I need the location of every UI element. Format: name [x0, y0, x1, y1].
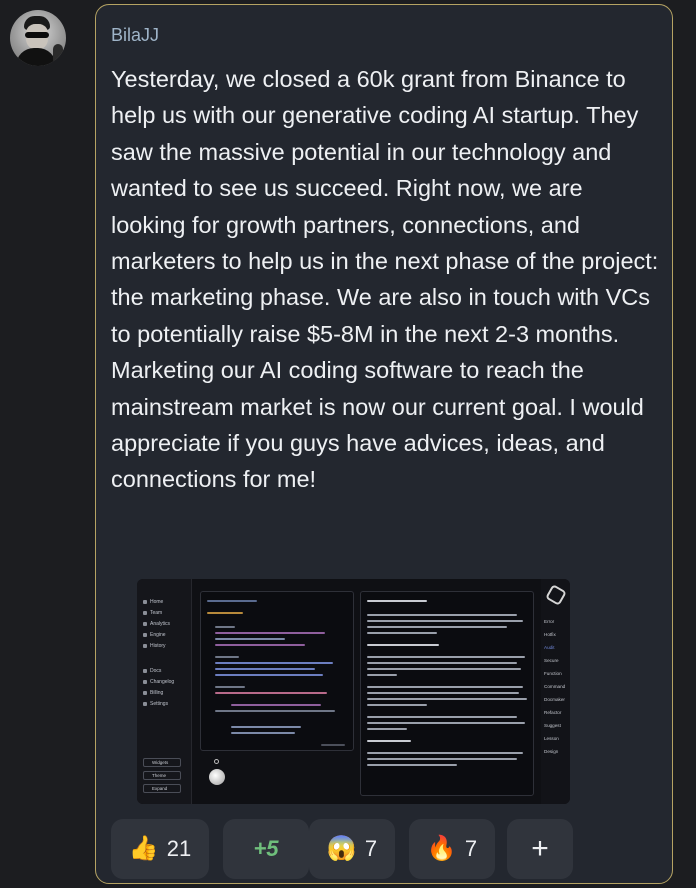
thumbs-up-icon: 👍 — [128, 835, 159, 862]
add-reaction-button[interactable]: + — [507, 819, 573, 879]
reaction-count: 7 — [464, 836, 478, 861]
screenshot-nav-item: Billing — [143, 690, 163, 696]
screenshot-action-label: Design — [544, 749, 559, 754]
screenshot-action-label: Function — [544, 671, 562, 676]
screenshot-action-label: Hotfix — [544, 632, 556, 637]
avatar-glasses — [25, 32, 49, 38]
scream-icon: 😱 — [326, 835, 357, 862]
screenshot-action-label: Docmaker — [544, 697, 565, 702]
screenshot-nav-item: Engine — [143, 632, 166, 638]
screenshot-nav-item: Docs — [143, 668, 161, 674]
screenshot-theme-button: Theme — [143, 771, 181, 780]
more-reactions-label: +5 — [253, 836, 279, 861]
screenshot-action-label: Lesson — [544, 736, 559, 741]
screenshot-nav-item: Settings — [143, 701, 168, 707]
hexagon-icon — [545, 584, 567, 606]
screenshot-action-label: Secure — [544, 658, 559, 663]
screenshot-sidebar: Home Team Analytics Engine History Docs … — [137, 579, 192, 804]
screenshot-nav-item: Team — [143, 610, 162, 616]
avatar[interactable] — [10, 10, 66, 66]
screenshot-action-label: Suggest — [544, 723, 561, 728]
screenshot-knob — [209, 769, 225, 785]
attached-screenshot[interactable]: Home Team Analytics Engine History Docs … — [137, 579, 570, 804]
message-bubble: BilaJJ Yesterday, we closed a 60k grant … — [95, 4, 673, 884]
message-text: Yesterday, we closed a 60k grant from Bi… — [111, 66, 659, 493]
screenshot-code-pane — [200, 591, 354, 751]
screenshot-nav-item: Home — [143, 599, 163, 605]
fire-icon: 🔥 — [426, 835, 457, 862]
reaction-thumbs-up[interactable]: 👍 21 — [111, 819, 209, 879]
reaction-fire[interactable]: 🔥 7 — [409, 819, 495, 879]
screenshot-nav-item: Changelog — [143, 679, 174, 685]
screenshot-output-pane — [360, 591, 534, 796]
screenshot-action-label: Refactor — [544, 710, 562, 715]
screenshot-nav-item: History — [143, 643, 166, 649]
avatar-coat — [16, 48, 56, 66]
screenshot-action-label: Error — [544, 619, 555, 624]
screenshot-action-label: Command — [544, 684, 566, 689]
screenshot-expand-button: Expand — [143, 784, 181, 793]
screenshot-indicator — [214, 759, 219, 764]
reaction-bar: 👍 21 +5 😱 7 🔥 7 + — [111, 819, 671, 879]
more-reactions-button[interactable]: +5 — [223, 819, 309, 879]
author-name[interactable]: BilaJJ — [111, 25, 159, 46]
reaction-scream[interactable]: 😱 7 — [309, 819, 395, 879]
reaction-count: 7 — [364, 836, 378, 861]
reaction-count: 21 — [166, 836, 192, 861]
add-reaction-label: + — [531, 832, 549, 865]
screenshot-widgets-button: Widgets — [143, 758, 181, 767]
screenshot-action-label: Audit — [544, 645, 555, 650]
screenshot-right-panel: Error Hotfix Audit Secure Function Comma… — [541, 579, 570, 804]
screenshot-nav-item: Analytics — [143, 621, 170, 627]
avatar-statue — [53, 44, 63, 62]
